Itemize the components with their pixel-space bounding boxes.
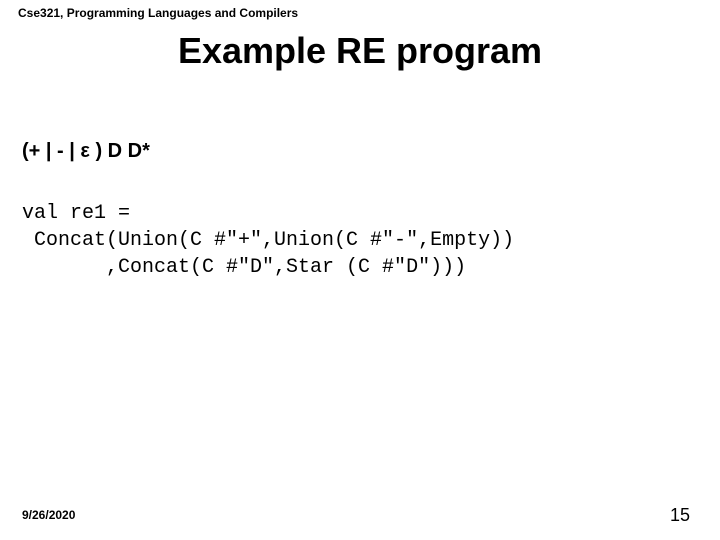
code-line-3: ,Concat(C #"D",Star (C #"D"))) (22, 256, 466, 279)
slide: Cse321, Programming Languages and Compil… (0, 0, 720, 540)
code-line-2: Concat(Union(C #"+",Union(C #"-",Empty)) (22, 229, 514, 252)
footer-date: 9/26/2020 (22, 508, 75, 522)
course-header: Cse321, Programming Languages and Compil… (18, 6, 298, 20)
regex-expression: (+ | - | ε ) D D* (22, 140, 150, 163)
slide-title: Example RE program (0, 30, 720, 72)
code-block: val re1 = Concat(Union(C #"+",Union(C #"… (22, 200, 514, 281)
code-line-1: val re1 = (22, 202, 130, 225)
footer-page-number: 15 (670, 505, 690, 526)
